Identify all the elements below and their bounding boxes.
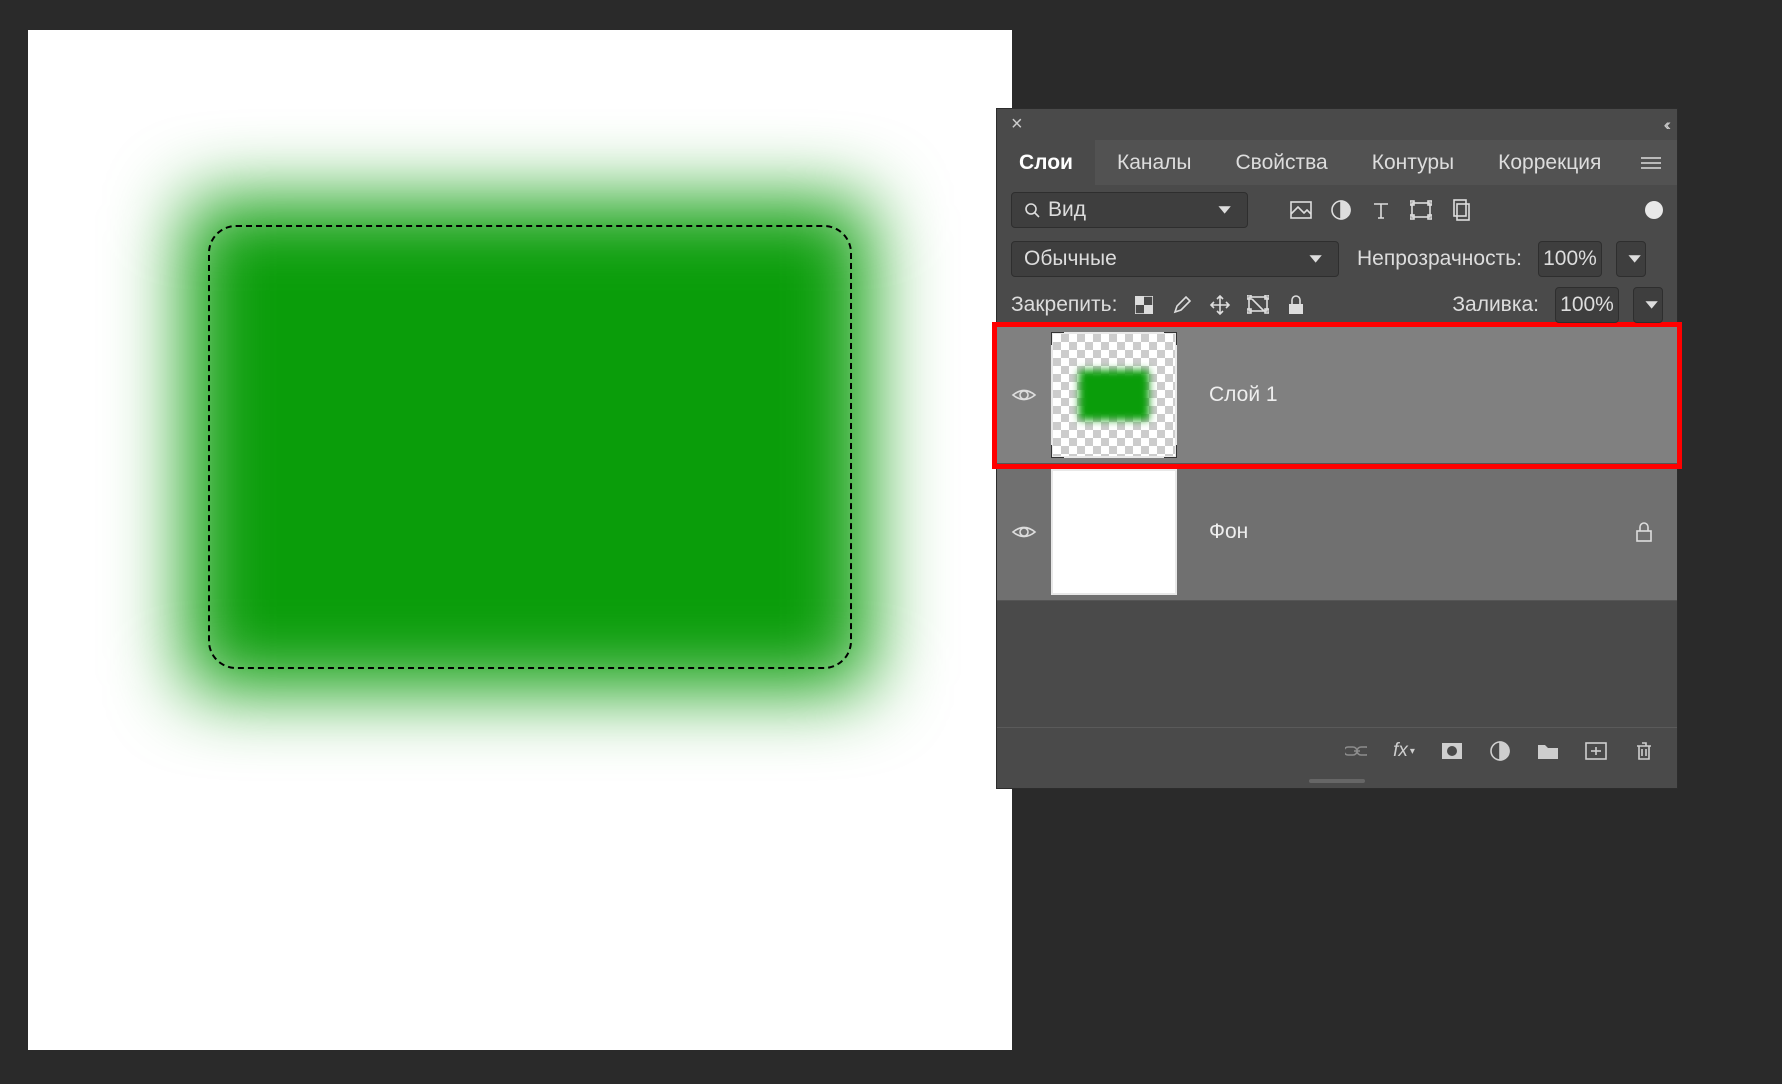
layer-name[interactable]: Фон: [1209, 520, 1248, 544]
delete-layer-icon[interactable]: [1633, 740, 1655, 762]
tab-label: Слои: [1019, 151, 1073, 175]
chevron-down-icon: ▼: [1214, 202, 1235, 216]
tab-layers[interactable]: Слои: [997, 140, 1095, 185]
adjustment-layer-icon[interactable]: [1489, 740, 1511, 762]
new-group-icon[interactable]: [1537, 740, 1559, 762]
chevron-down-icon: ▼: [1624, 251, 1645, 265]
layer-row[interactable]: Фон: [997, 464, 1677, 601]
visibility-toggle[interactable]: [997, 523, 1051, 541]
blend-mode-dropdown[interactable]: Обычные ▼: [1011, 241, 1339, 277]
panel-footer: fx▾: [997, 727, 1677, 774]
collapse-icon[interactable]: ‹‹: [1664, 115, 1667, 135]
tab-paths[interactable]: Контуры: [1350, 140, 1476, 185]
lock-pixels-icon[interactable]: [1171, 294, 1193, 316]
tab-label: Каналы: [1117, 151, 1192, 175]
opacity-label: Непрозрачность:: [1357, 247, 1522, 271]
opacity-value[interactable]: 100%: [1538, 241, 1602, 277]
layers-list: Слой 1 Фон: [997, 327, 1677, 601]
search-icon: [1024, 202, 1040, 218]
selection-marquee: [208, 225, 852, 669]
tab-label: Контуры: [1372, 151, 1454, 175]
add-mask-icon[interactable]: [1441, 740, 1463, 762]
tab-properties[interactable]: Свойства: [1214, 140, 1350, 185]
lock-transparency-icon[interactable]: [1133, 294, 1155, 316]
panel-header: × ‹‹: [997, 109, 1677, 140]
lock-row: Закрепить: Заливка: 100% ▼: [997, 283, 1677, 327]
panel-tabs: Слои Каналы Свойства Контуры Коррекция: [997, 140, 1677, 185]
blend-mode-value: Обычные: [1024, 247, 1117, 271]
layer-row[interactable]: Слой 1: [997, 327, 1677, 464]
layer-thumbnail[interactable]: [1051, 332, 1177, 458]
fill-label: Заливка:: [1452, 293, 1539, 317]
filter-adjustment-icon[interactable]: [1330, 199, 1352, 221]
fill-value[interactable]: 100%: [1555, 287, 1619, 323]
lock-position-icon[interactable]: [1209, 294, 1231, 316]
tab-label: Коррекция: [1498, 151, 1601, 175]
filter-type-icon[interactable]: [1370, 199, 1392, 221]
layer-style-icon[interactable]: fx▾: [1393, 740, 1415, 762]
layer-name[interactable]: Слой 1: [1209, 383, 1278, 407]
chevron-down-icon: ▼: [1305, 251, 1326, 265]
lock-icons: [1133, 294, 1307, 316]
filter-icons: [1290, 199, 1472, 221]
close-icon[interactable]: ×: [1011, 113, 1023, 136]
layer-thumbnail[interactable]: [1051, 469, 1177, 595]
tab-adjustments[interactable]: Коррекция: [1476, 140, 1623, 185]
opacity-stepper[interactable]: ▼: [1616, 241, 1646, 277]
new-layer-icon[interactable]: [1585, 740, 1607, 762]
thumbnail-content: [1079, 370, 1149, 420]
link-layers-icon[interactable]: [1345, 740, 1367, 762]
canvas[interactable]: [28, 30, 1012, 1050]
panel-menu-icon[interactable]: [1623, 140, 1679, 185]
filter-shape-icon[interactable]: [1410, 199, 1432, 221]
lock-icon[interactable]: [1633, 521, 1655, 543]
lock-all-icon[interactable]: [1285, 294, 1307, 316]
resize-grip[interactable]: [997, 774, 1677, 788]
lock-label: Закрепить:: [1011, 293, 1117, 317]
filter-toggle[interactable]: [1645, 201, 1663, 219]
tab-channels[interactable]: Каналы: [1095, 140, 1214, 185]
lock-artboard-icon[interactable]: [1247, 294, 1269, 316]
blend-row: Обычные ▼ Непрозрачность: 100% ▼: [997, 234, 1677, 283]
tab-label: Свойства: [1236, 151, 1328, 175]
filter-row: Вид ▼: [997, 185, 1677, 234]
fill-stepper[interactable]: ▼: [1633, 287, 1663, 323]
layers-panel: × ‹‹ Слои Каналы Свойства Контуры Коррек…: [997, 109, 1677, 788]
layers-empty-area[interactable]: [997, 601, 1677, 727]
filter-smart-icon[interactable]: [1450, 199, 1472, 221]
filter-pixel-icon[interactable]: [1290, 199, 1312, 221]
chevron-down-icon: ▼: [1641, 298, 1662, 312]
dropdown-label: Вид: [1048, 198, 1086, 222]
visibility-toggle[interactable]: [997, 386, 1051, 404]
layer-kind-dropdown[interactable]: Вид ▼: [1011, 192, 1248, 228]
